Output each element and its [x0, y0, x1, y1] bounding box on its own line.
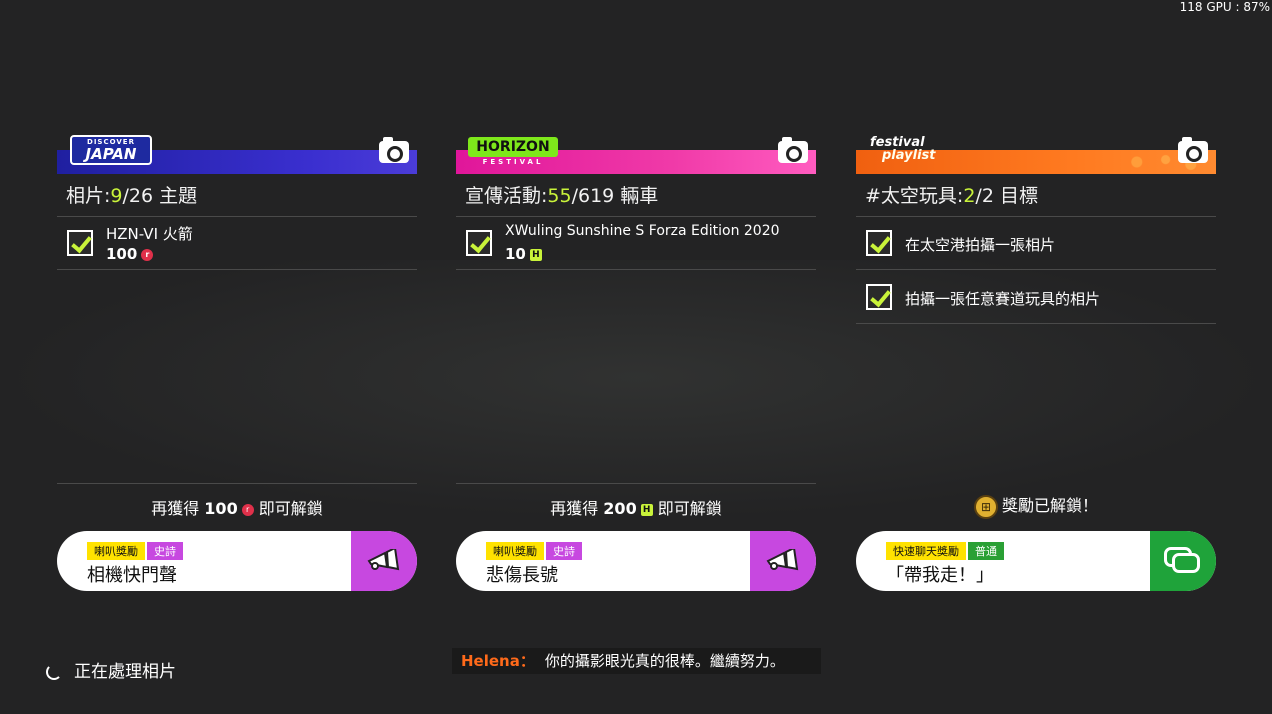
- checkbox-checked-icon: [67, 230, 93, 256]
- festival-playlist-logo: festival playlist: [870, 135, 936, 163]
- horizon-points-icon: H: [529, 248, 542, 261]
- reward-pill[interactable]: 喇叭獎勵 史詩 相機快門聲: [57, 531, 417, 591]
- dialogue-text: 你的攝影眼光真的很棒。繼續努力。: [544, 652, 785, 670]
- divider: [456, 483, 816, 484]
- discover-japan-logo: DISCOVER JAPAN: [70, 135, 152, 165]
- divider: [57, 483, 417, 484]
- item-points: 10 H: [505, 245, 542, 263]
- objective-text: 在太空港拍攝一張相片: [905, 236, 1056, 254]
- horizon-points-icon: H: [640, 503, 653, 516]
- rarity-tag: 普通: [968, 542, 1004, 560]
- loading-spinner-icon: [46, 664, 62, 680]
- divider: [456, 269, 816, 270]
- reward-name: 「帶我走！」: [886, 565, 994, 586]
- horizon-festival-logo: HORIZON FESTIVAL: [468, 137, 558, 167]
- card-title: 宣傳活動:55/619 輛車: [465, 185, 659, 207]
- unlock-requirement: 再獲得 100 r 即可解鎖: [151, 499, 323, 518]
- item-title: HZN-VI 火箭: [106, 225, 193, 243]
- horn-icon: [351, 531, 417, 591]
- divider: [856, 323, 1216, 324]
- camera-icon: [1178, 137, 1208, 163]
- reward-type-tag: 喇叭獎勵: [486, 542, 544, 560]
- divider: [856, 269, 1216, 270]
- item-points: 100 r: [106, 245, 154, 263]
- reward-name: 相機快門聲: [87, 565, 177, 586]
- reward-name: 悲傷長號: [486, 565, 558, 586]
- checkbox-checked-icon: [866, 284, 892, 310]
- skill-points-icon: r: [141, 248, 154, 261]
- divider: [57, 269, 417, 270]
- dialogue-subtitle: Helena： 你的攝影眼光真的很棒。繼續努力。: [452, 648, 821, 674]
- divider: [456, 216, 816, 217]
- divider: [57, 216, 417, 217]
- reward-pill[interactable]: 喇叭獎勵 史詩 悲傷長號: [456, 531, 816, 591]
- card-festival-playlist: festival playlist #太空玩具:2/2 目標 在太空港拍攝一張相…: [856, 133, 1216, 593]
- reward-unlocked-label: ⊞ 獎勵已解鎖！: [856, 492, 1216, 519]
- speaker-name: Helena：: [461, 652, 535, 670]
- item-title: XWuling Sunshine S Forza Edition 2020: [505, 223, 780, 239]
- checkbox-checked-icon: [466, 230, 492, 256]
- camera-icon: [379, 137, 409, 163]
- objective-text: 拍攝一張任意賽道玩具的相片: [905, 290, 1101, 308]
- card-title: #太空玩具:2/2 目標: [865, 185, 1038, 207]
- skill-points-icon: r: [241, 503, 254, 516]
- horn-icon: [750, 531, 816, 591]
- rarity-tag: 史詩: [546, 542, 582, 560]
- gift-icon: ⊞: [973, 494, 998, 519]
- card-discover-japan: DISCOVER JAPAN 相片:9/26 主題 HZN-VI 火箭 100 r…: [57, 133, 417, 593]
- reward-type-tag: 快速聊天獎勵: [886, 542, 966, 560]
- chat-icon: [1150, 531, 1216, 591]
- fps-counter: 118 GPU : 87%: [1179, 0, 1270, 14]
- processing-status: 正在處理相片: [46, 657, 176, 682]
- card-horizon-festival: HORIZON FESTIVAL 宣傳活動:55/619 輛車 XWuling …: [456, 133, 816, 593]
- reward-pill[interactable]: 快速聊天獎勵 普通 「帶我走！」: [856, 531, 1216, 591]
- rarity-tag: 史詩: [147, 542, 183, 560]
- unlock-requirement: 再獲得 200 H 即可解鎖: [550, 499, 722, 518]
- divider: [856, 216, 1216, 217]
- card-title: 相片:9/26 主題: [66, 185, 198, 207]
- checkbox-checked-icon: [866, 230, 892, 256]
- camera-icon: [778, 137, 808, 163]
- reward-type-tag: 喇叭獎勵: [87, 542, 145, 560]
